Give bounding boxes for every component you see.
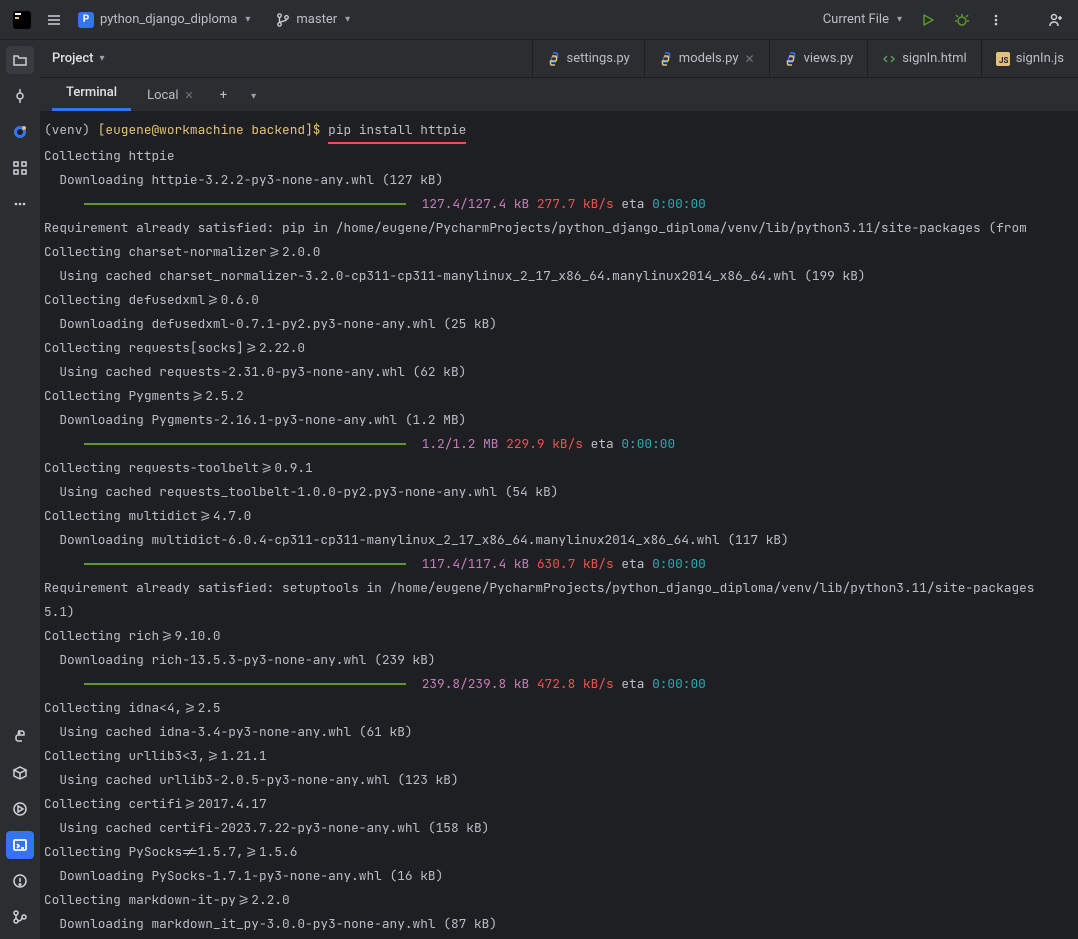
terminal-tool-icon[interactable] <box>6 831 34 859</box>
terminal-line: Using cached charset_normalizer-3.2.0-cp… <box>44 264 1074 288</box>
project-selector[interactable]: P python_django_diploma ▾ <box>72 10 256 30</box>
vcs-branch-selector[interactable]: master ▾ <box>270 10 356 29</box>
terminal-line: Collecting charset-normalizer>=2.0.0 <box>44 240 1074 264</box>
terminal-line: Downloading httpie-3.2.2-py3-none-any.wh… <box>44 168 1074 192</box>
structure-icon[interactable] <box>6 154 34 182</box>
terminal-line: Collecting rich>=9.10.0 <box>44 624 1074 648</box>
run-button[interactable] <box>914 6 942 34</box>
terminal-line: Collecting multidict>=4.7.0 <box>44 504 1074 528</box>
new-terminal-button[interactable]: + <box>210 80 237 111</box>
editor-tab-strip: Project ▾ settings.py models.py ✕ views.py s… <box>40 40 1078 78</box>
chevron-down-icon: ▾ <box>245 14 250 25</box>
terminal-line: 5.1) <box>44 600 1074 624</box>
project-name: python_django_diploma <box>100 12 237 27</box>
terminal-line: Collecting certifi>=2017.4.17 <box>44 792 1074 816</box>
chevron-down-icon: ▾ <box>897 14 902 25</box>
progress-line: 239.8/239.8 kB 472.8 kB/s eta 0:00:00 <box>44 672 1074 696</box>
terminal-session-tab[interactable]: Local ✕ <box>133 80 208 111</box>
file-icon <box>547 52 561 66</box>
terminal-session-label: Local <box>147 88 178 103</box>
chevron-down-icon: ▾ <box>345 14 350 25</box>
vcs-tool-icon[interactable] <box>6 903 34 931</box>
editor-tab-label: signIn.html <box>902 51 966 66</box>
editor-tab-label: settings.py <box>567 51 630 66</box>
close-icon[interactable]: ✕ <box>185 89 194 102</box>
terminal-line: Collecting markdown-it-py>=2.2.0 <box>44 888 1074 912</box>
commit-tool-icon[interactable] <box>6 82 34 110</box>
terminal-line: Downloading multidict-6.0.4-cp311-cp311-… <box>44 528 1074 552</box>
content-area: Project ▾ settings.py models.py ✕ views.py s… <box>40 40 1078 939</box>
terminal-line: Requirement already satisfied: setuptool… <box>44 576 1074 600</box>
terminal-line: Collecting requests[socks]>=2.22.0 <box>44 336 1074 360</box>
terminal-line: Collecting urllib3<3,>=1.21.1 <box>44 744 1074 768</box>
file-icon <box>659 52 673 66</box>
terminal-line: Using cached urllib3-2.0.5-py3-none-any.… <box>44 768 1074 792</box>
more-tools-icon[interactable] <box>6 190 34 218</box>
progress-line: 127.4/127.4 kB 277.7 kB/s eta 0:00:00 <box>44 192 1074 216</box>
editor-tab[interactable]: JS signIn.js <box>981 40 1078 77</box>
editor-tab[interactable]: settings.py <box>532 40 644 77</box>
editor-tab-label: views.py <box>804 51 854 66</box>
terminal-line: Downloading defusedxml-0.7.1-py2.py3-non… <box>44 312 1074 336</box>
terminal-line: Using cached idna-3.4-py3-none-any.whl (… <box>44 720 1074 744</box>
branch-name: master <box>296 12 337 27</box>
progress-line: 1.2/1.2 MB 229.9 kB/s eta 0:00:00 <box>44 432 1074 456</box>
editor-tab[interactable]: models.py ✕ <box>644 40 769 77</box>
terminal-line: Downloading PySocks-1.7.1-py3-none-any.w… <box>44 864 1074 888</box>
terminal-line: Downloading markdown_it_py-3.0.0-py3-non… <box>44 912 1074 936</box>
terminal-line: Collecting requests-toolbelt>=0.9.1 <box>44 456 1074 480</box>
project-icon: P <box>78 12 94 28</box>
terminal-line: Collecting idna<4,>=2.5 <box>44 696 1074 720</box>
python-console-icon[interactable] <box>6 723 34 751</box>
file-icon <box>882 52 896 66</box>
close-icon[interactable]: ✕ <box>745 52 755 66</box>
problems-icon[interactable] <box>6 867 34 895</box>
terminal-tab[interactable]: Terminal <box>52 77 131 111</box>
chevron-down-icon: ▾ <box>99 53 104 64</box>
code-with-me-icon[interactable] <box>1042 6 1070 34</box>
terminal-options-icon[interactable]: ▾ <box>239 80 266 111</box>
terminal-output[interactable]: (venv) [eugene@workmachine backend]$ pip… <box>40 112 1078 939</box>
terminal-line: Using cached requests_toolbelt-1.0.0-py2… <box>44 480 1074 504</box>
debug-button[interactable] <box>948 6 976 34</box>
terminal-line: Collecting httpie <box>44 144 1074 168</box>
editor-tab-label: signIn.js <box>1016 51 1064 66</box>
file-icon: JS <box>996 52 1010 66</box>
svg-text:JS: JS <box>999 56 1008 65</box>
branch-icon <box>276 13 290 27</box>
left-tool-rail <box>0 40 40 939</box>
run-config-selector[interactable]: Current File ▾ <box>817 10 908 29</box>
editor-tab-label: models.py <box>679 51 739 66</box>
terminal-line: Downloading Pygments-2.16.1-py3-none-any… <box>44 408 1074 432</box>
app-logo-icon[interactable] <box>8 6 36 34</box>
main-menu-icon[interactable] <box>40 6 68 34</box>
project-tool-icon[interactable] <box>6 46 34 74</box>
editor-tab[interactable]: signIn.html <box>867 40 980 77</box>
terminal-line: Using cached requests-2.31.0-py3-none-an… <box>44 360 1074 384</box>
terminal-line: Collecting PySocks!=1.5.7,>=1.5.6 <box>44 840 1074 864</box>
terminal-line: Requirement already satisfied: pip in /h… <box>44 216 1074 240</box>
titlebar: P python_django_diploma ▾ master ▾ Curre… <box>0 0 1078 40</box>
terminal-line: Using cached certifi-2023.7.22-py3-none-… <box>44 816 1074 840</box>
run-config-label: Current File <box>823 12 889 27</box>
more-actions-icon[interactable] <box>982 6 1010 34</box>
progress-line: 117.4/117.4 kB 630.7 kB/s eta 0:00:00 <box>44 552 1074 576</box>
editor-tab[interactable]: views.py <box>769 40 868 77</box>
project-tab[interactable]: Project ▾ <box>40 40 116 77</box>
terminal-line: Collecting defusedxml>=0.6.0 <box>44 288 1074 312</box>
prompt-line: (venv) [eugene@workmachine backend]$ pip… <box>44 118 1074 144</box>
terminal-line: Collecting Pygments>=2.5.2 <box>44 384 1074 408</box>
terminal-line: Downloading rich-13.5.3-py3-none-any.whl… <box>44 648 1074 672</box>
terminal-tab-strip: Terminal Local ✕ + ▾ <box>40 78 1078 112</box>
project-tab-label: Project <box>52 51 93 66</box>
file-icon <box>784 52 798 66</box>
services-icon[interactable] <box>6 795 34 823</box>
terminal-tab-label: Terminal <box>66 85 117 100</box>
structure-tool-icon[interactable] <box>6 118 34 146</box>
packages-icon[interactable] <box>6 759 34 787</box>
